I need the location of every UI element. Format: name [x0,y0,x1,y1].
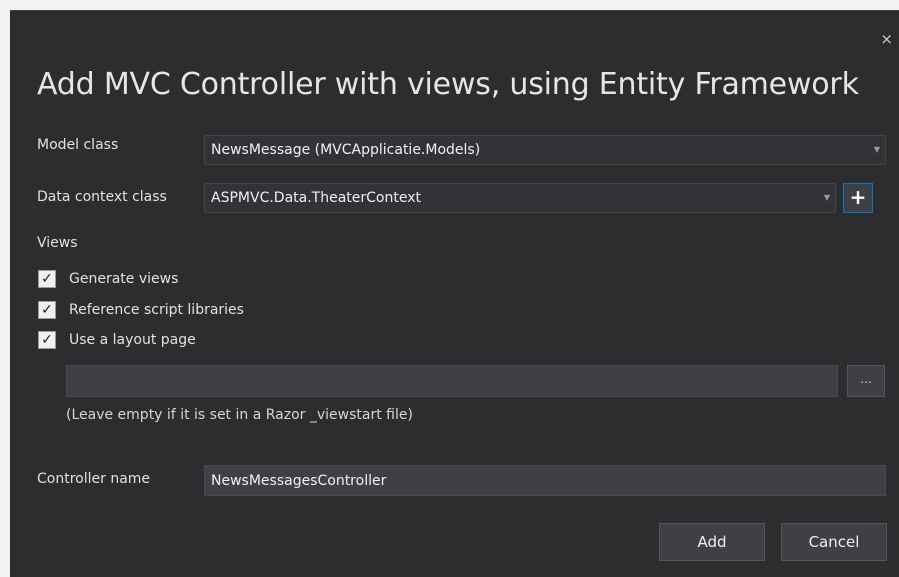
model-class-dropdown[interactable]: NewsMessage (MVCApplicatie.Models) ▼ [204,135,886,165]
views-heading: Views [37,235,78,251]
generate-views-label: Generate views [69,271,179,287]
data-context-class-label: Data context class [37,189,167,205]
cancel-button[interactable]: Cancel [781,523,887,561]
dialog-title: Add MVC Controller with views, using Ent… [37,67,859,102]
screen-background: × Add MVC Controller with views, using E… [0,0,899,577]
controller-name-label: Controller name [37,471,151,487]
model-class-value: NewsMessage (MVCApplicatie.Models) [211,142,481,158]
chevron-down-icon: ▼ [823,193,830,202]
browse-layout-page-button[interactable]: ... [847,365,885,397]
layout-page-input[interactable] [66,365,838,397]
close-icon[interactable]: × [880,31,893,47]
controller-name-input[interactable] [204,465,886,496]
checkmark-icon: ✓ [38,270,56,288]
model-class-label: Model class [37,137,119,153]
add-button[interactable]: Add [659,523,765,561]
reference-script-libraries-label: Reference script libraries [69,302,244,318]
data-context-class-dropdown[interactable]: ASPMVC.Data.TheaterContext ▼ [204,183,836,213]
add-data-context-button[interactable]: + [843,183,873,213]
chevron-down-icon: ▼ [873,145,880,154]
data-context-class-value: ASPMVC.Data.TheaterContext [211,190,421,206]
layout-page-hint: (Leave empty if it is set in a Razor _vi… [66,407,413,423]
add-controller-dialog: × Add MVC Controller with views, using E… [10,10,899,577]
plus-icon: + [849,185,867,209]
checkmark-icon: ✓ [38,301,56,319]
use-layout-page-label: Use a layout page [69,332,196,348]
checkmark-icon: ✓ [38,331,56,349]
ellipsis-icon: ... [860,372,872,386]
